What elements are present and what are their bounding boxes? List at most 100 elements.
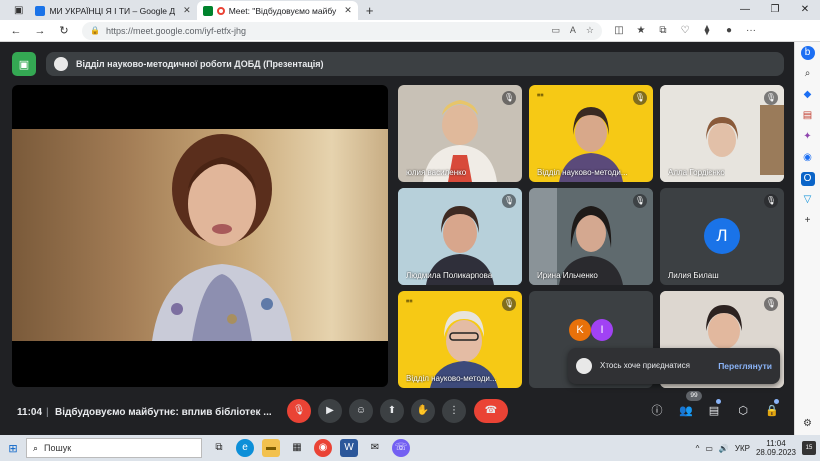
- participant-tile[interactable]: 🎙 Людмила Поликарпова: [398, 188, 522, 285]
- close-icon[interactable]: ✕: [183, 5, 191, 16]
- task-view-icon[interactable]: ⧉: [210, 439, 228, 457]
- url-text: https://meet.google.com/iyf-etfx-jhg: [105, 25, 247, 36]
- shopping-icon[interactable]: ◆: [801, 88, 815, 102]
- mic-off-icon: 🎙: [764, 194, 778, 208]
- participant-tile[interactable]: ▦▦ 🎙 Відділ науково-методи...: [398, 291, 522, 388]
- mic-off-icon: 🎙: [502, 194, 516, 208]
- camera-button[interactable]: ▶: [318, 399, 342, 423]
- host-controls-icon[interactable]: 🔒: [763, 402, 781, 420]
- raise-hand-button[interactable]: ✋: [411, 399, 435, 423]
- extensions-icon[interactable]: ⧫: [696, 25, 718, 36]
- language-indicator[interactable]: УКР: [735, 444, 750, 453]
- taskbar-time: 11:04: [766, 439, 786, 448]
- meet-control-bar: 11:04 | Відбудовуємо майбутнє: вплив біб…: [0, 391, 794, 435]
- join-request-message: Хтось хоче приєднатися: [600, 361, 690, 370]
- windows-start-icon[interactable]: ⊞: [0, 442, 26, 455]
- join-request-toast: Хтось хоче приєднатися Переглянути: [568, 348, 780, 384]
- close-window-icon[interactable]: ✕: [790, 0, 820, 20]
- search-placeholder: Пошук: [44, 443, 72, 453]
- collections-icon[interactable]: ⧉: [652, 25, 674, 36]
- participant-name: Відділ науково-методи...: [406, 374, 497, 383]
- mic-off-icon: 🎙: [764, 297, 778, 311]
- chat-icon[interactable]: ▤: [705, 402, 723, 420]
- emoji-reaction-button[interactable]: ☺: [349, 399, 373, 423]
- speaker-figure: [152, 134, 292, 341]
- people-icon[interactable]: 👥: [677, 402, 695, 420]
- title-separator: |: [46, 407, 49, 418]
- view-join-request-button[interactable]: Переглянути: [718, 361, 772, 371]
- participant-name: Відділ науково-методи...: [537, 168, 628, 177]
- store-icon[interactable]: ▦: [288, 439, 306, 457]
- favorite-star-icon[interactable]: ☆: [586, 25, 594, 36]
- camera-in-use-icon[interactable]: ▭: [551, 25, 560, 36]
- split-screen-icon[interactable]: ◫: [608, 25, 630, 36]
- browser-essentials-icon[interactable]: ♡: [674, 25, 696, 36]
- microsoft-365-icon[interactable]: ◉: [801, 151, 815, 165]
- drop-icon[interactable]: ▽: [801, 193, 815, 207]
- activities-icon[interactable]: ⬡: [734, 402, 752, 420]
- file-explorer-icon[interactable]: ▬: [262, 439, 280, 457]
- participant-tile[interactable]: ▦▦ 🎙 Відділ науково-методи...: [529, 85, 653, 182]
- participant-name: Алла Гордієнко: [668, 168, 725, 177]
- participant-name: юлия василенко: [406, 168, 467, 177]
- add-sidebar-item-icon[interactable]: +: [801, 214, 815, 228]
- tab-meet[interactable]: Meet: "Відбудовуємо майбу ✕: [196, 1, 358, 20]
- tab-title: Meet: "Відбудовуємо майбу: [228, 5, 337, 16]
- presentation-title: Відділ науково-методичної роботи ДОБД (П…: [76, 59, 324, 69]
- profile-avatar[interactable]: ●: [718, 25, 740, 36]
- host-controls-dot: [774, 399, 779, 404]
- close-icon[interactable]: ✕: [344, 5, 352, 16]
- games-icon[interactable]: ✦: [801, 130, 815, 144]
- mic-off-button[interactable]: 🎙: [287, 399, 311, 423]
- recording-icon: [216, 6, 225, 15]
- leave-call-button[interactable]: ☎: [474, 399, 508, 423]
- organization-logo: [54, 57, 68, 71]
- sidebar-settings-icon[interactable]: ⚙: [801, 417, 815, 431]
- participant-name: Лилия Билаш: [668, 271, 719, 280]
- viber-icon[interactable]: ☏: [392, 439, 410, 457]
- meeting-title: Відбудовуємо майбутнє: вплив бібліотек .…: [55, 407, 272, 418]
- tab-google-doc[interactable]: МИ УКРАЇНЦІ Я І ТИ – Google Д ✕: [29, 1, 196, 20]
- favorites-icon[interactable]: ★: [630, 25, 652, 36]
- presentation-icon[interactable]: ▣: [12, 52, 36, 76]
- new-tab-button[interactable]: +: [358, 1, 382, 20]
- outlook-icon[interactable]: O: [800, 172, 815, 186]
- tools-icon[interactable]: ▤: [801, 109, 815, 123]
- participant-tile[interactable]: Л 🎙 Лилия Билаш: [660, 188, 784, 285]
- minimize-icon[interactable]: —: [730, 0, 760, 20]
- system-tray: ^ ▭ 🔊 УКР 11:04 28.09.2023 15: [696, 435, 820, 461]
- url-input[interactable]: 🔒 https://meet.google.com/iyf-etfx-jhg ▭…: [82, 21, 602, 40]
- google-docs-icon: [35, 5, 46, 16]
- participant-name: Людмила Поликарпова: [406, 271, 493, 280]
- main-speaker-tile[interactable]: [12, 85, 388, 387]
- participant-tile[interactable]: 🎙 Алла Гордієнко: [660, 85, 784, 182]
- forward-icon[interactable]: →: [28, 25, 52, 37]
- restore-icon[interactable]: ❐: [760, 0, 790, 20]
- more-options-button[interactable]: ⋮: [442, 399, 466, 423]
- participant-tile[interactable]: 🎙 Ирина Ильченко: [529, 188, 653, 285]
- tab-actions-icon[interactable]: ▣: [8, 1, 29, 20]
- meeting-info-icon[interactable]: ⓘ: [648, 402, 666, 420]
- word-icon[interactable]: W: [340, 439, 358, 457]
- volume-icon[interactable]: 🔊: [719, 444, 729, 453]
- presentation-banner: Відділ науково-методичної роботи ДОБД (П…: [46, 52, 784, 76]
- address-bar: ← → ↻ 🔒 https://meet.google.com/iyf-etfx…: [0, 20, 820, 42]
- participant-tile[interactable]: 🎙 юлия василенко: [398, 85, 522, 182]
- bing-copilot-icon[interactable]: b: [800, 46, 815, 60]
- library-logo: ▦▦: [537, 93, 544, 97]
- taskbar-search-input[interactable]: ⌕ Пошук: [26, 438, 202, 458]
- present-screen-button[interactable]: ⬆: [380, 399, 404, 423]
- browser-tab-strip: ▣ МИ УКРАЇНЦІ Я І ТИ – Google Д ✕ Meet: …: [0, 0, 820, 20]
- back-icon[interactable]: ←: [4, 25, 28, 37]
- more-menu-icon[interactable]: ···: [740, 25, 762, 36]
- mail-icon[interactable]: ✉: [366, 439, 384, 457]
- tray-overflow-icon[interactable]: ^: [696, 444, 700, 453]
- notification-center-icon[interactable]: 15: [802, 441, 816, 455]
- search-icon[interactable]: ⌕: [801, 67, 815, 81]
- read-aloud-icon[interactable]: A: [570, 25, 576, 36]
- network-icon[interactable]: ▭: [705, 444, 713, 453]
- refresh-icon[interactable]: ↻: [52, 24, 76, 37]
- edge-icon[interactable]: e: [236, 439, 254, 457]
- chrome-icon[interactable]: ◉: [314, 439, 332, 457]
- taskbar-clock[interactable]: 11:04 28.09.2023: [756, 439, 796, 457]
